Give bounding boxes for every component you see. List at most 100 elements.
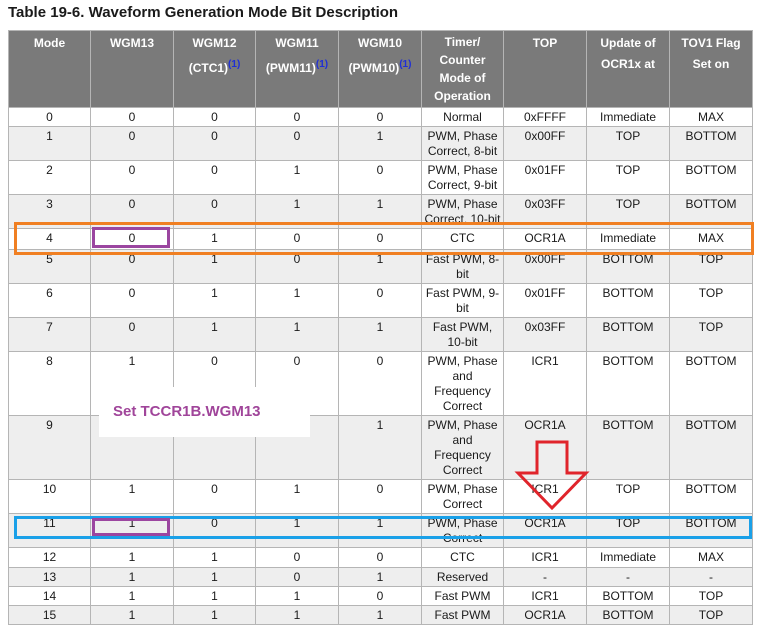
table-row: 2 0 0 1 0 PWM, Phase Correct, 9-bit 0x01FF TOP B… xyxy=(8,160,753,195)
table-cell: - xyxy=(669,567,753,587)
table-cell: TOP xyxy=(586,160,670,195)
table-cell: TOP xyxy=(669,283,753,318)
table-cell: OCR1A xyxy=(503,605,587,625)
table-cell: 0 xyxy=(90,283,174,318)
header-update: Update of OCR1x at xyxy=(586,30,670,108)
table-cell: 1 xyxy=(173,586,256,606)
table-cell: PWM, Phase Correct, 9-bit xyxy=(421,160,504,195)
table-cell: CTC xyxy=(421,547,504,568)
mode-12-wgm13-highlight xyxy=(92,518,170,536)
table-cell: 1 xyxy=(338,415,422,480)
table-cell: 1 xyxy=(173,567,256,587)
table-cell: 0 xyxy=(173,126,256,161)
table-cell: 1 xyxy=(338,317,422,352)
table-cell: PWM, Phase and Frequency Correct xyxy=(421,415,504,480)
table-body: 0 0 0 0 0 Normal 0xFFFF Immediate MAX 1 0 0 0 1 PWM, P… xyxy=(8,107,753,625)
table-cell: 0 xyxy=(255,126,339,161)
header-timer-mode: Timer/Counter Mode of Operation xyxy=(421,30,504,108)
table-cell: PWM, Phase and Frequency Correct xyxy=(421,351,504,416)
table-row: 15 1 1 1 1 Fast PWM OCR1A BOTTOM TOP xyxy=(8,605,753,625)
table-cell: BOTTOM xyxy=(669,160,753,195)
table-cell: 0x01FF xyxy=(503,160,587,195)
table-cell: Fast PWM, 10-bit xyxy=(421,317,504,352)
table-cell: - xyxy=(586,567,670,587)
header-wgm10: WGM10 (PWM10)(1) xyxy=(338,30,422,108)
table-cell: 0 xyxy=(255,547,339,568)
table-cell: 0 xyxy=(255,567,339,587)
table-cell: 0 xyxy=(255,107,339,127)
table-cell: 1 xyxy=(90,547,174,568)
table-cell: TOP xyxy=(586,126,670,161)
header-row: Mode WGM13 WGM12 (CTC1)(1) WGM11 (PWM11)(1… xyxy=(8,30,753,108)
table-cell: 0 xyxy=(8,107,91,127)
header-wgm11: WGM11 (PWM11)(1) xyxy=(255,30,339,108)
table-cell: 0 xyxy=(173,107,256,127)
table-cell: 0 xyxy=(338,283,422,318)
table-cell: 10 xyxy=(8,479,91,514)
table-cell: 0 xyxy=(338,351,422,416)
table-cell: MAX xyxy=(669,107,753,127)
table-cell: 0 xyxy=(90,317,174,352)
table-cell: BOTTOM xyxy=(586,283,670,318)
table-cell: 13 xyxy=(8,567,91,587)
table-cell: 2 xyxy=(8,160,91,195)
table-cell: PWM, Phase Correct, 8-bit xyxy=(421,126,504,161)
table-row: 10 1 0 1 0 PWM, Phase Correct ICR1 TOP BOTTOM xyxy=(8,479,753,514)
footnote-ref: (1) xyxy=(315,59,329,70)
table-cell: 1 xyxy=(90,586,174,606)
table-cell: 0 xyxy=(173,479,256,514)
table-cell: BOTTOM xyxy=(586,351,670,416)
table-cell: 1 xyxy=(255,605,339,625)
table-cell: BOTTOM xyxy=(669,351,753,416)
table-cell: 14 xyxy=(8,586,91,606)
table-cell: Immediate xyxy=(586,107,670,127)
table-cell: Immediate xyxy=(586,547,670,568)
table-cell: ICR1 xyxy=(503,351,587,416)
table-cell: PWM, Phase Correct xyxy=(421,479,504,514)
table-cell: TOP xyxy=(669,605,753,625)
table-cell: 1 xyxy=(90,479,174,514)
table-cell: BOTTOM xyxy=(586,586,670,606)
table-cell: TOP xyxy=(669,317,753,352)
table-cell: 1 xyxy=(173,547,256,568)
table-cell: 0 xyxy=(90,126,174,161)
header-mode: Mode xyxy=(8,30,91,108)
table-cell: 1 xyxy=(255,283,339,318)
table-cell: 0xFFFF xyxy=(503,107,587,127)
table-cell: 15 xyxy=(8,605,91,625)
table-row: 1 0 0 0 1 PWM, Phase Correct, 8-bit 0x00FF TOP B… xyxy=(8,126,753,161)
table-cell: 8 xyxy=(8,351,91,416)
header-wgm13: WGM13 xyxy=(90,30,174,108)
table-cell: 1 xyxy=(173,283,256,318)
table-cell: - xyxy=(503,567,587,587)
down-arrow-icon xyxy=(514,440,590,511)
header-tov1: TOV1 Flag Set on xyxy=(669,30,753,108)
table-cell: 1 xyxy=(90,567,174,587)
table-cell: 0x03FF xyxy=(503,317,587,352)
table-cell: Normal xyxy=(421,107,504,127)
table-cell: 1 xyxy=(338,567,422,587)
table-cell: BOTTOM xyxy=(669,479,753,514)
table-cell: ICR1 xyxy=(503,586,587,606)
table-cell: 9 xyxy=(8,415,91,480)
header-top: TOP xyxy=(503,30,587,108)
table-row: 13 1 1 0 1 Reserved - - - xyxy=(8,567,753,587)
table-cell: 0 xyxy=(338,107,422,127)
table-row: 7 0 1 1 1 Fast PWM, 10-bit 0x03FF BOTTOM TOP xyxy=(8,317,753,352)
table-cell: 1 xyxy=(255,586,339,606)
table-row: 14 1 1 1 0 Fast PWM ICR1 BOTTOM TOP xyxy=(8,586,753,606)
table-cell: 1 xyxy=(338,126,422,161)
table-cell: 1 xyxy=(8,126,91,161)
table-cell: 1 xyxy=(90,605,174,625)
table-cell: BOTTOM xyxy=(586,415,670,480)
table-cell: MAX xyxy=(669,547,753,568)
table-cell: BOTTOM xyxy=(586,605,670,625)
table-cell: 0 xyxy=(173,160,256,195)
table-cell: TOP xyxy=(669,586,753,606)
table-cell: BOTTOM xyxy=(586,317,670,352)
table-cell: 7 xyxy=(8,317,91,352)
table-cell: 0 xyxy=(338,586,422,606)
table-cell: ICR1 xyxy=(503,547,587,568)
callout-label: Set TCCR1B.WGM13 xyxy=(99,387,310,437)
table-cell: 1 xyxy=(338,605,422,625)
